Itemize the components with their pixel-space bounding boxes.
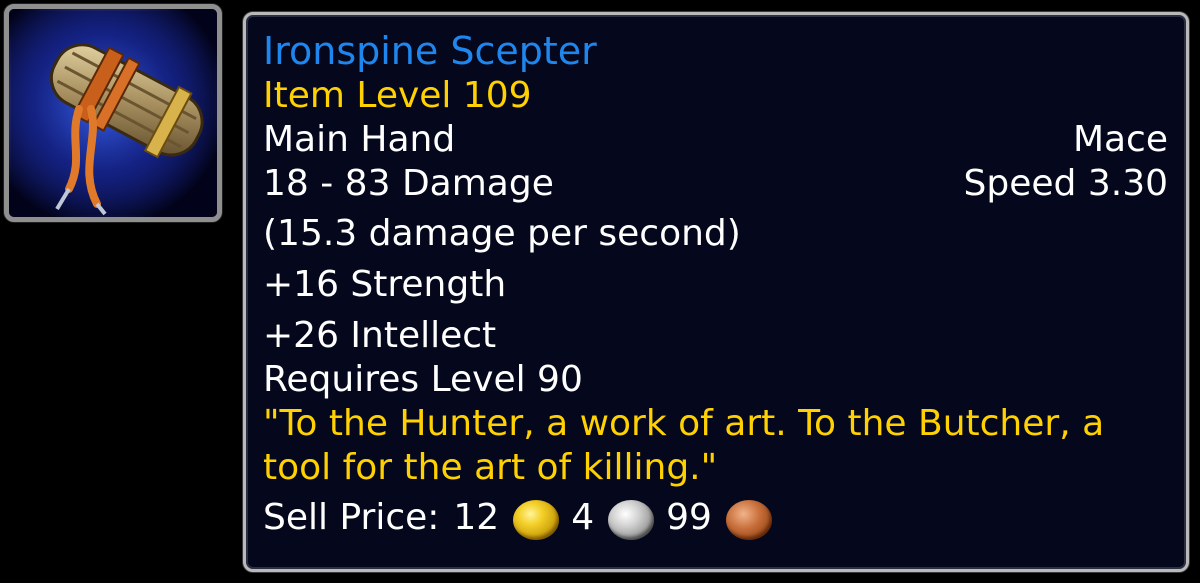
item-name: Ironspine Scepter [263, 29, 597, 73]
item-speed: Speed 3.30 [963, 163, 1168, 204]
item-damage: 18 - 83 Damage [263, 163, 554, 204]
flavor-text: "To the Hunter, a work of art. To the Bu… [263, 403, 1105, 488]
item-icon[interactable] [4, 4, 222, 222]
sell-price-label: Sell Price: [263, 497, 440, 538]
stat-intellect: +26 Intellect [263, 315, 497, 356]
sell-price: Sell Price: 12 4 99 [263, 496, 1168, 540]
item-dps: (15.3 damage per second) [263, 213, 741, 254]
item-level: Item Level 109 [263, 75, 532, 116]
copper-coin-icon [725, 500, 772, 540]
gold-amount: 12 [453, 497, 500, 538]
mace-scepter-icon [9, 9, 217, 217]
item-requirement: Requires Level 90 [263, 359, 583, 400]
slot-type-row: Main Hand Mace [263, 118, 1168, 162]
item-slot: Main Hand [263, 119, 456, 160]
silver-coin-icon [608, 500, 655, 540]
item-tooltip: Ironspine Scepter Item Level 109 Main Ha… [243, 12, 1189, 572]
silver-amount: 4 [571, 497, 595, 538]
item-type: Mace [1072, 119, 1168, 160]
damage-speed-row: 18 - 83 Damage Speed 3.30 [263, 162, 1168, 206]
stat-strength: +16 Strength [263, 264, 507, 305]
copper-amount: 99 [666, 497, 712, 538]
gold-coin-icon [513, 500, 560, 540]
